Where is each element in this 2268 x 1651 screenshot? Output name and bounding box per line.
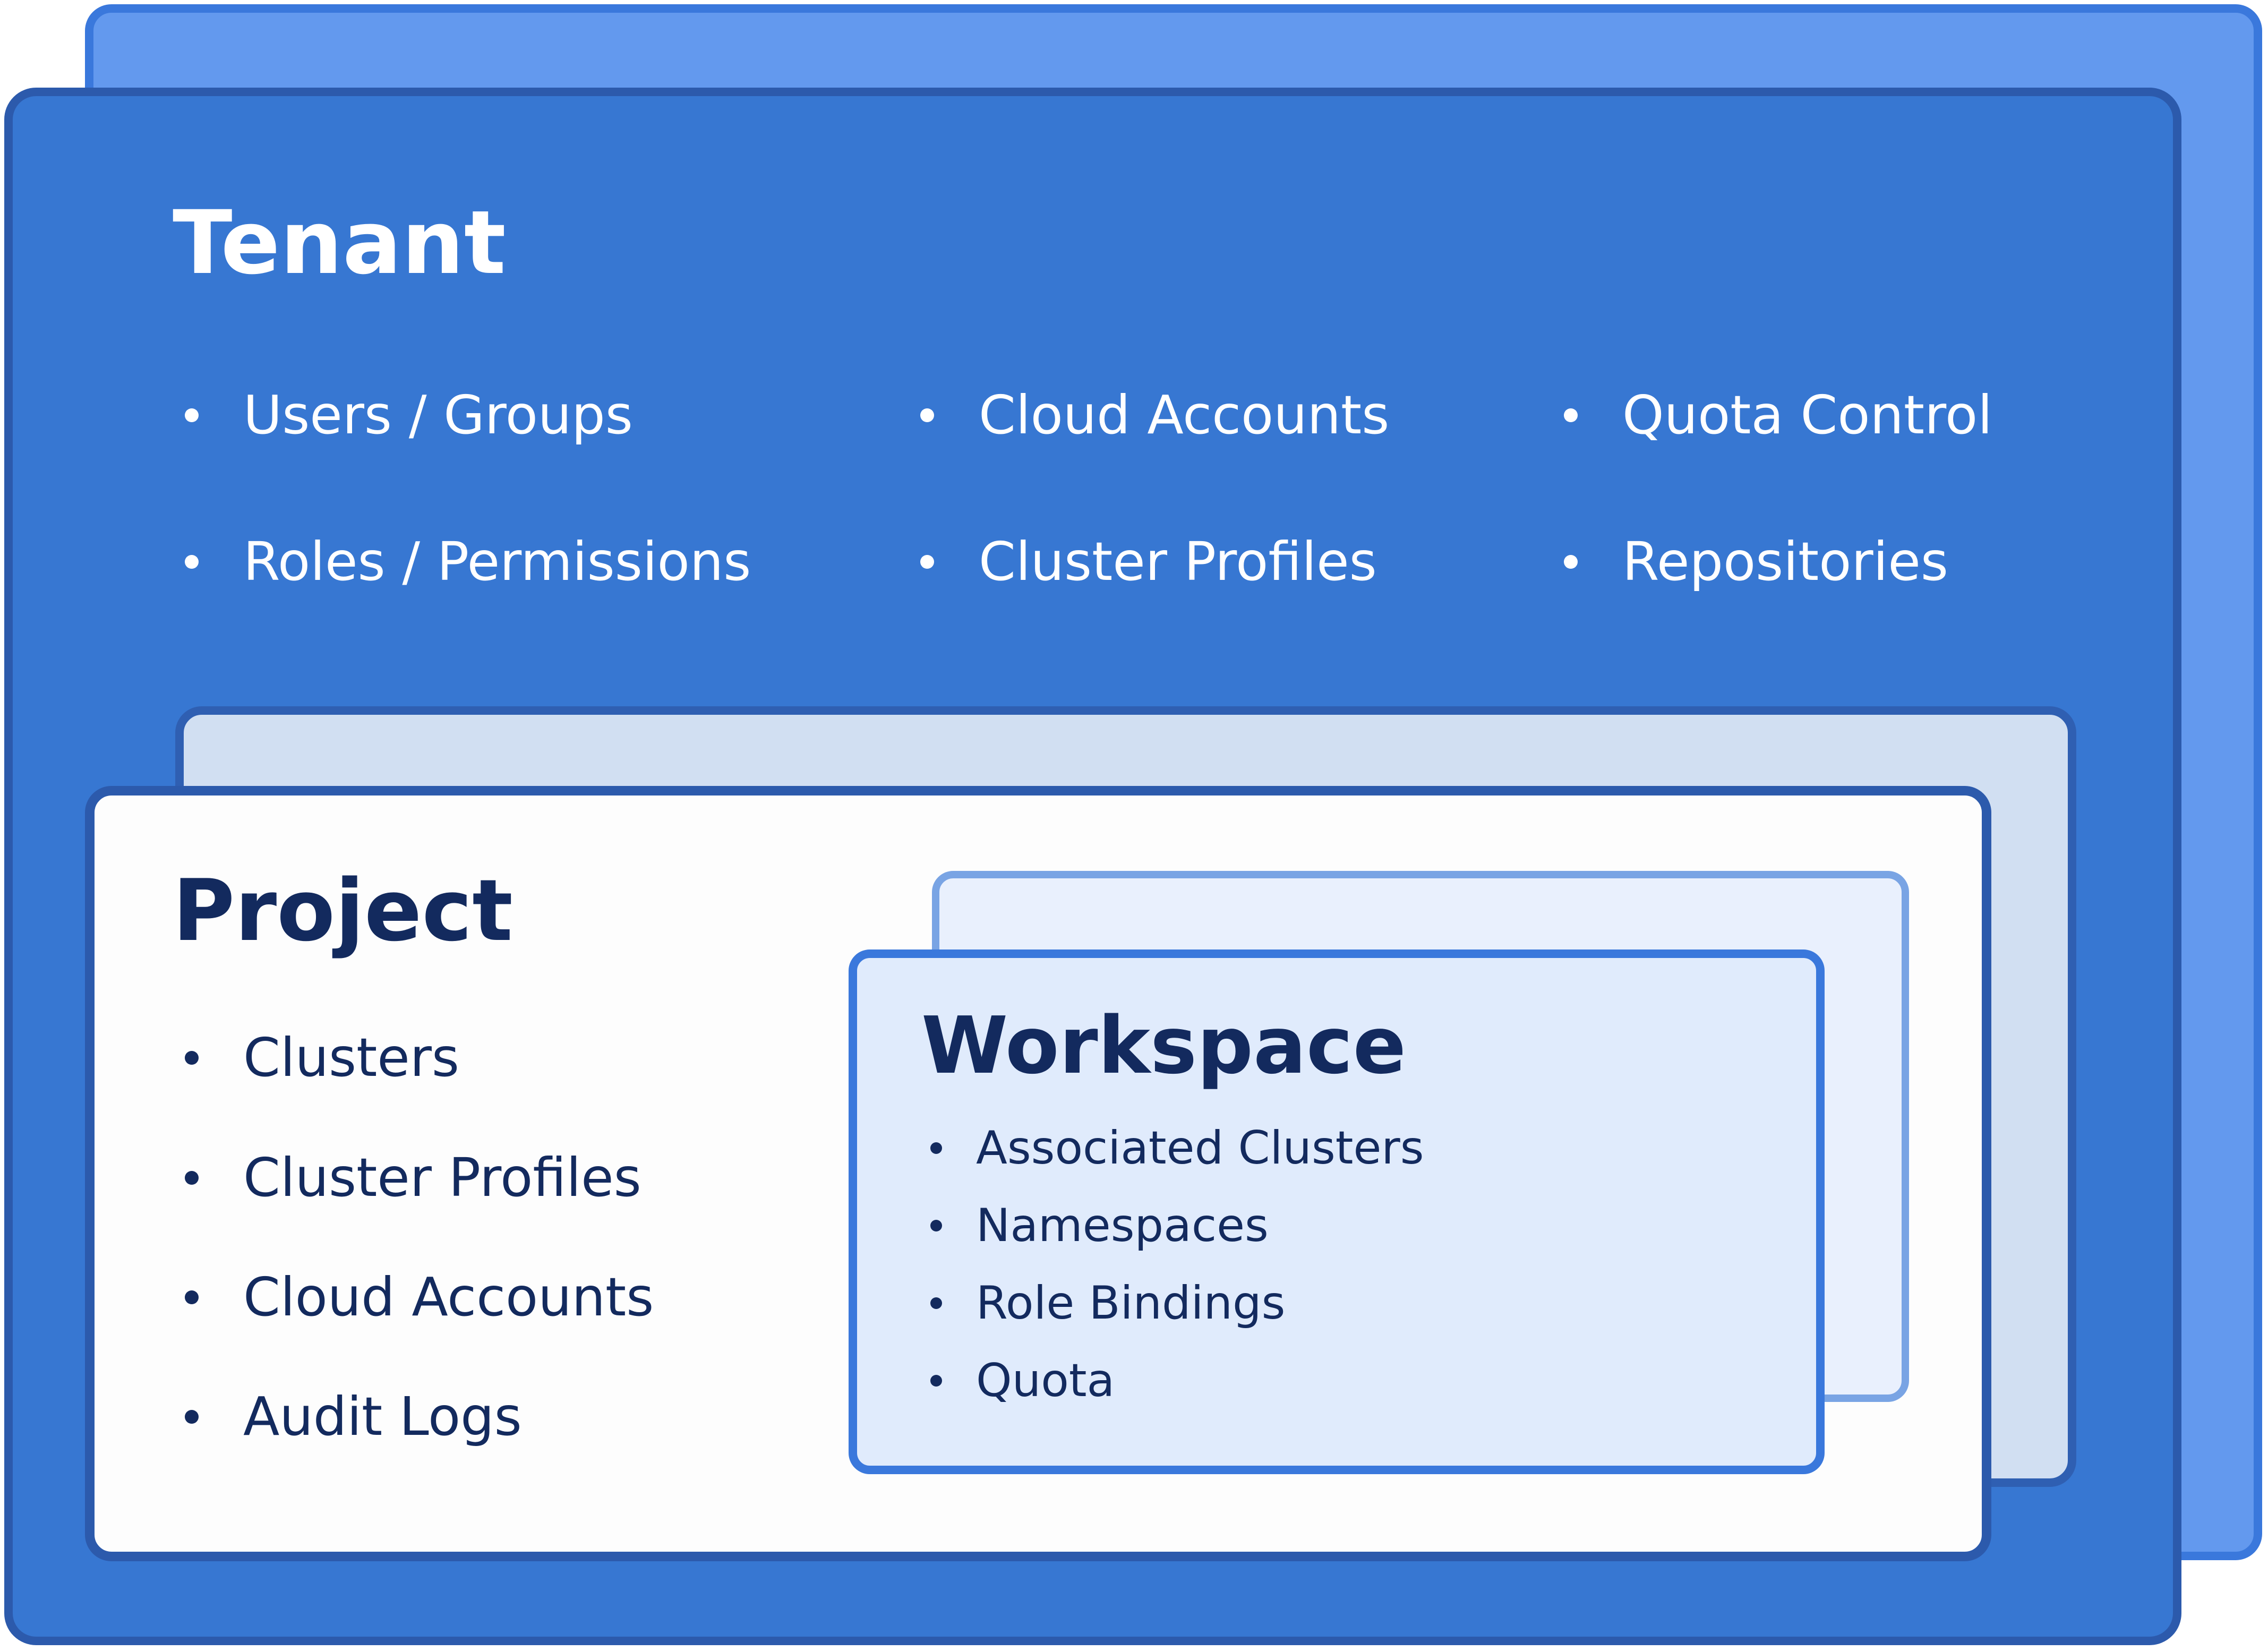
- project-item-label: Audit Logs: [243, 1385, 522, 1448]
- bullet-icon: [930, 1297, 942, 1309]
- bullet-icon: [930, 1220, 942, 1231]
- project-list-item: Cluster Profiles: [185, 1149, 641, 1207]
- tenant-list-item: Quota Control: [1564, 386, 1992, 444]
- tenant-list-item: Cloud Accounts: [920, 386, 1389, 444]
- project-list-item: Clusters: [185, 1029, 459, 1087]
- bullet-icon: [930, 1142, 942, 1154]
- tenant-item-label: Users / Groups: [243, 384, 633, 446]
- bullet-icon: [920, 555, 934, 569]
- workspace-item-label: Quota: [976, 1354, 1115, 1407]
- bullet-icon: [1564, 408, 1578, 422]
- project-list-item: Cloud Accounts: [185, 1268, 654, 1327]
- bullet-icon: [185, 1171, 199, 1185]
- bullet-icon: [185, 408, 199, 422]
- workspace-item-label: Associated Clusters: [976, 1122, 1424, 1175]
- tenant-list-item: Users / Groups: [185, 386, 633, 444]
- bullet-icon: [930, 1375, 942, 1387]
- project-item-label: Clusters: [243, 1026, 460, 1089]
- bullet-icon: [185, 1290, 199, 1304]
- tenant-item-label: Quota Control: [1622, 384, 1993, 446]
- project-item-label: Cluster Profiles: [243, 1147, 641, 1209]
- tenant-title: Tenant: [173, 192, 506, 294]
- workspace-list-item: Namespaces: [930, 1200, 1269, 1251]
- bullet-icon: [185, 1051, 199, 1065]
- workspace-list-item: Role Bindings: [930, 1278, 1285, 1329]
- tenant-item-label: Repositories: [1622, 531, 1948, 593]
- workspace-list-item: Associated Clusters: [930, 1123, 1424, 1174]
- tenant-item-label: Roles / Permissions: [243, 531, 751, 593]
- workspace-list-item: Quota: [930, 1355, 1115, 1406]
- workspace-item-label: Namespaces: [976, 1199, 1269, 1252]
- bullet-icon: [1564, 555, 1578, 569]
- project-title: Project: [173, 861, 513, 960]
- workspace-title: Workspace: [921, 1000, 1407, 1091]
- project-item-label: Cloud Accounts: [243, 1266, 654, 1328]
- bullet-icon: [920, 408, 934, 422]
- workspace-item-label: Role Bindings: [976, 1277, 1286, 1330]
- tenant-item-label: Cluster Profiles: [979, 531, 1377, 593]
- project-list-item: Audit Logs: [185, 1388, 522, 1446]
- bullet-icon: [185, 1410, 199, 1424]
- tenant-list-item: Roles / Permissions: [185, 533, 751, 591]
- tenant-list-item: Cluster Profiles: [920, 533, 1377, 591]
- tenant-list-item: Repositories: [1564, 533, 1948, 591]
- bullet-icon: [185, 555, 199, 569]
- tenant-item-label: Cloud Accounts: [979, 384, 1390, 446]
